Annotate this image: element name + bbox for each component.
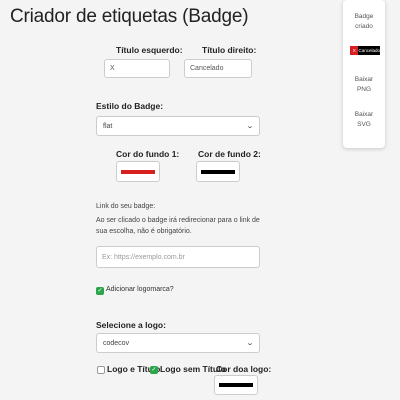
link-placeholder: Ex: https://exemplo.com.br bbox=[102, 253, 185, 261]
logo-color-swatch bbox=[219, 383, 253, 387]
left-title-value: X bbox=[110, 65, 115, 72]
bg-color-1-label: Cor do fundo 1: bbox=[116, 149, 180, 159]
right-title-label: Título direito: bbox=[202, 45, 257, 55]
link-label: Link do seu badge: bbox=[96, 203, 156, 210]
add-logo-checkbox[interactable]: ✓ bbox=[96, 287, 104, 295]
check-icon: ✓ bbox=[151, 367, 157, 373]
logo-without-title-checkbox[interactable]: ✓ bbox=[150, 366, 158, 374]
bg-color-1-picker[interactable] bbox=[116, 161, 160, 182]
logo-select[interactable]: codecov ⌄ bbox=[96, 333, 260, 353]
left-title-input[interactable]: X bbox=[104, 59, 170, 78]
logo-select-value: codecov bbox=[103, 339, 130, 347]
link-input[interactable]: Ex: https://exemplo.com.br bbox=[96, 246, 260, 268]
logo-with-title-checkbox[interactable] bbox=[97, 366, 105, 374]
download-png-button[interactable]: Baixar PNG bbox=[343, 75, 385, 95]
logo-color-picker[interactable] bbox=[214, 375, 258, 395]
badge-preview[interactable]: X Cancelado bbox=[350, 46, 380, 55]
badge-right-text: Cancelado bbox=[358, 46, 380, 55]
chevron-down-icon: ⌄ bbox=[245, 340, 255, 347]
bg-color-1-swatch bbox=[121, 169, 155, 174]
side-panel: Badge criado X Cancelado Baixar PNG Baix… bbox=[343, 0, 385, 148]
link-help-text: Ao ser clicado o badge irá redirecionar … bbox=[96, 217, 260, 235]
bg-color-2-swatch bbox=[201, 169, 235, 174]
left-title-label: Título esquerdo: bbox=[116, 45, 183, 55]
download-svg-button[interactable]: Baixar SVG bbox=[343, 110, 385, 130]
bg-color-2-label: Cor de fundo 2: bbox=[198, 149, 261, 159]
add-logo-label: Adicionar logomarca? bbox=[106, 286, 174, 293]
page-title: Criador de etiquetas (Badge) bbox=[10, 6, 249, 27]
badge-created-label: Badge criado bbox=[354, 13, 374, 30]
right-title-value: Cancelado bbox=[190, 65, 224, 72]
bg-color-2-picker[interactable] bbox=[196, 161, 240, 182]
chevron-down-icon: ⌄ bbox=[245, 123, 255, 130]
logo-color-label: Cor doa logo: bbox=[216, 364, 272, 374]
badge-left-text: X bbox=[350, 46, 359, 55]
right-title-input[interactable]: Cancelado bbox=[184, 59, 252, 78]
logo-select-label: Selecione a logo: bbox=[96, 320, 166, 330]
badge-style-select[interactable]: flat ⌄ bbox=[96, 116, 260, 136]
badge-style-value: flat bbox=[103, 122, 113, 130]
check-icon: ✓ bbox=[97, 288, 103, 294]
badge-style-label: Estilo do Badge: bbox=[96, 101, 164, 111]
